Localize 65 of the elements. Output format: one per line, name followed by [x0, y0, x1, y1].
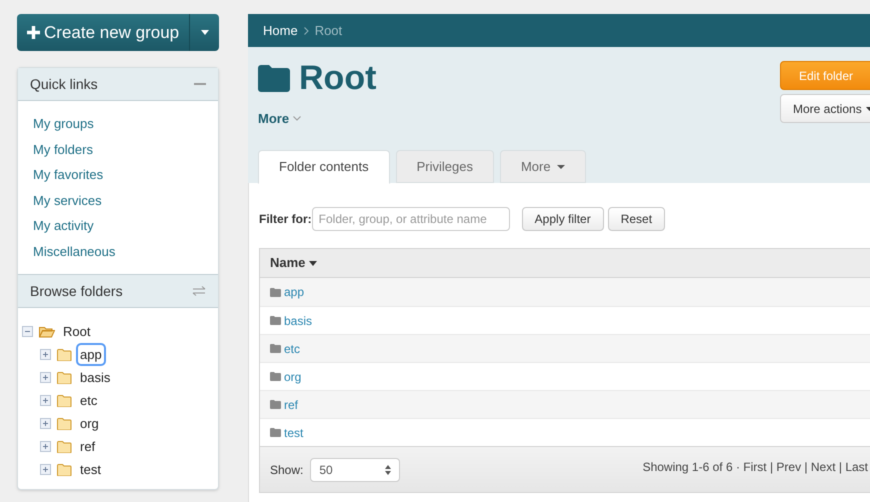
expand-toggle-icon[interactable]	[40, 441, 51, 452]
filter-label: Filter for:	[259, 211, 312, 228]
quick-link[interactable]: Miscellaneous	[33, 242, 116, 261]
plus-icon	[27, 26, 40, 39]
tree-item[interactable]: Root	[61, 322, 92, 342]
panel-title: Browse folders	[30, 282, 123, 300]
expand-toggle-icon[interactable]	[40, 349, 51, 360]
folder-icon	[258, 64, 290, 92]
folder-link[interactable]: etc	[284, 340, 300, 358]
folder-icon	[57, 440, 72, 452]
folder-link[interactable]: org	[284, 368, 302, 386]
folder-icon	[270, 428, 281, 437]
folder-icon	[57, 418, 72, 430]
folder-icon	[270, 400, 281, 409]
swap-arrows-icon[interactable]	[192, 286, 206, 296]
folder-link[interactable]: basis	[284, 312, 312, 330]
quick-link[interactable]: My services	[33, 190, 102, 210]
more-link[interactable]: More	[258, 109, 302, 128]
tree-item[interactable]: ref	[78, 436, 98, 456]
sort-caret-icon	[309, 260, 318, 266]
folder-link[interactable]: test	[284, 424, 304, 442]
quick-link[interactable]: My activity	[33, 216, 94, 236]
pagination-text: Showing 1-6 of 6 · First | Prev | Next | Last	[642, 458, 868, 476]
folder-icon	[57, 372, 72, 384]
folder-icon	[57, 348, 72, 360]
tree-item[interactable]: app	[78, 344, 104, 364]
open-folder-icon	[39, 326, 55, 338]
tab[interactable]: Privileges	[396, 150, 494, 183]
column-header[interactable]: Name	[270, 253, 318, 273]
tab[interactable]: More	[500, 150, 586, 183]
expand-toggle-icon[interactable]	[40, 418, 51, 429]
tree-item[interactable]: etc	[78, 390, 100, 410]
caret-icon	[200, 30, 209, 35]
quick-link[interactable]: My groups	[33, 114, 94, 134]
folder-title: Root	[299, 61, 376, 95]
folder-icon	[57, 394, 72, 406]
folder-link[interactable]: ref	[284, 396, 298, 414]
filter-button[interactable]: Reset	[608, 207, 666, 231]
chevron-right-icon	[304, 26, 309, 34]
filter-button[interactable]: Apply filter	[522, 207, 604, 231]
quick-link[interactable]: My folders	[33, 140, 93, 159]
show-label: Show:	[270, 462, 304, 478]
quick-link[interactable]: My favorites	[33, 165, 104, 184]
collapse-toggle-icon[interactable]	[22, 326, 33, 337]
page-size-select[interactable]: 50	[310, 458, 400, 482]
breadcrumb-item: Root	[314, 22, 342, 40]
folder-icon	[270, 316, 281, 325]
folder-icon	[270, 288, 281, 296]
folder-link[interactable]: app	[284, 283, 304, 301]
spinner-arrows-icon	[385, 464, 392, 474]
expand-toggle-icon[interactable]	[40, 464, 51, 475]
tab[interactable]: Folder contents	[258, 150, 390, 184]
expand-toggle-icon[interactable]	[40, 372, 51, 383]
filter-input[interactable]: Folder, group, or attribute name	[312, 207, 510, 231]
more-actions-button[interactable]: More actions	[780, 94, 870, 123]
tree-item[interactable]: org	[78, 414, 101, 434]
folder-icon	[270, 372, 281, 381]
breadcrumb-item[interactable]: Home	[263, 20, 298, 40]
expand-toggle-icon[interactable]	[40, 395, 51, 406]
folder-icon	[270, 344, 281, 353]
folder-icon	[57, 464, 72, 476]
tree-item[interactable]: basis	[78, 368, 112, 388]
chevron-down-icon	[293, 116, 302, 122]
tree-item[interactable]: test	[78, 460, 103, 480]
panel-title: Quick links	[30, 74, 98, 94]
